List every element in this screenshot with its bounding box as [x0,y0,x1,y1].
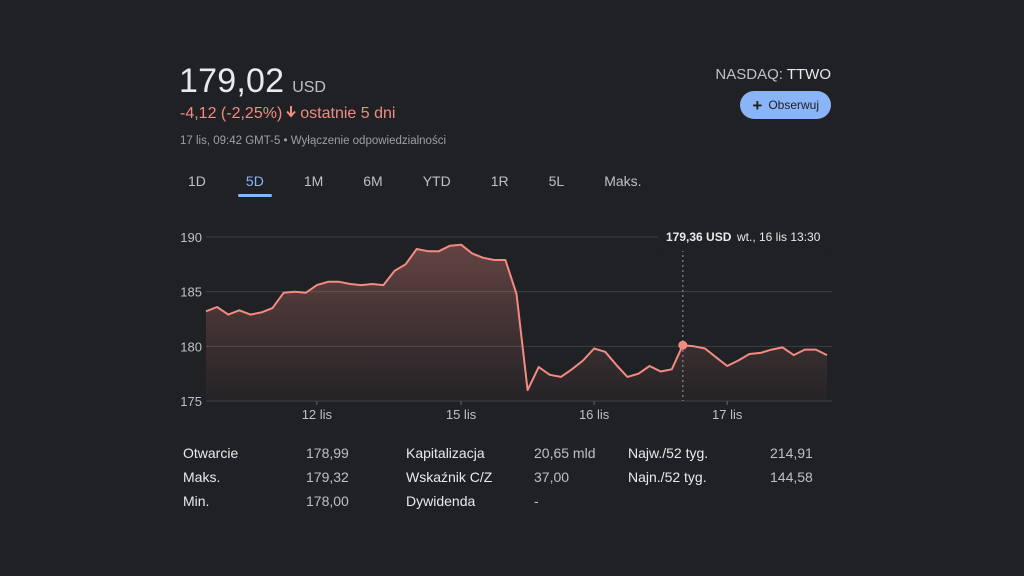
stat-row-52w-high: Najw./52 tyg. 214,91 [628,445,813,469]
x-tick-label: 12 lis [302,407,333,422]
stat-value: - [534,493,539,509]
stat-value: 37,00 [534,469,570,485]
y-tick-label: 175 [180,394,202,409]
stat-row-dividend: Dywidenda - [406,493,595,517]
stat-label: Wskaźnik C/Z [406,469,493,485]
stat-label: Dywidenda [406,493,476,509]
stat-label: Najn./52 tyg. [628,469,707,485]
x-tick-label: 16 lis [579,407,610,422]
tooltip-price: 179,36 USD [666,230,732,244]
stat-row-low: Min. 178,00 [183,493,349,517]
tooltip-pointer [828,231,834,243]
stat-row-market-cap: Kapitalizacja 20,65 mld [406,445,595,469]
x-tick-label: 17 lis [712,407,743,422]
stat-row-pe-ratio: Wskaźnik C/Z 37,00 [406,469,595,493]
price-area [206,244,827,401]
stat-value: 144,58 [770,469,813,485]
stats-col-2: Kapitalizacja 20,65 mld Wskaźnik C/Z 37,00… [406,445,595,517]
stat-label: Kapitalizacja [406,445,485,461]
y-tick-label: 190 [180,230,202,245]
y-tick-label: 185 [180,285,202,300]
stat-value: 20,65 mld [534,445,596,461]
x-tick-label: 15 lis [446,407,477,422]
stat-value: 179,32 [306,469,349,485]
stat-row-open: Otwarcie 178,99 [183,445,349,469]
stat-value: 178,00 [306,493,349,509]
hover-point [678,340,688,350]
tooltip-date: wt., 16 lis 13:30 [736,230,821,244]
stat-value: 214,91 [770,445,813,461]
stat-row-high: Maks. 179,32 [183,469,349,493]
stat-label: Najw./52 tyg. [628,445,709,461]
stats-col-3: Najw./52 tyg. 214,91 Najn./52 tyg. 144,58 [628,445,813,493]
stat-value: 178,99 [306,445,349,461]
y-tick-label: 180 [180,339,202,354]
stats-col-1: Otwarcie 178,99 Maks. 179,32 Min. 178,00 [183,445,349,517]
stat-row-52w-low: Najn./52 tyg. 144,58 [628,469,813,493]
